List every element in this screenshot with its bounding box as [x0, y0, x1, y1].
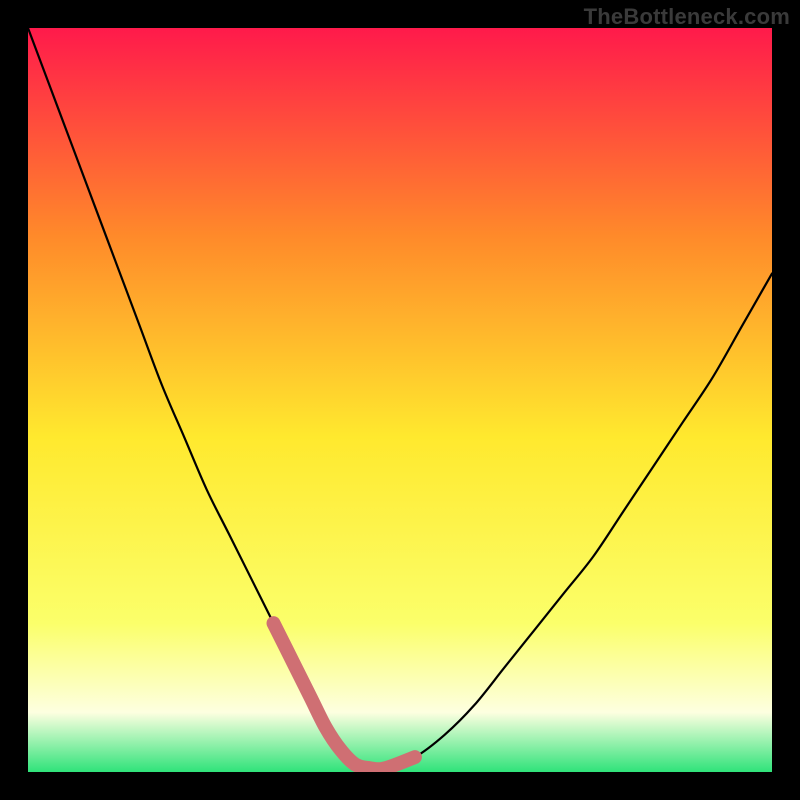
bottleneck-chart: [28, 28, 772, 772]
gradient-background: [28, 28, 772, 772]
plot-area: [28, 28, 772, 772]
watermark-text: TheBottleneck.com: [584, 4, 790, 30]
chart-frame: TheBottleneck.com: [0, 0, 800, 800]
